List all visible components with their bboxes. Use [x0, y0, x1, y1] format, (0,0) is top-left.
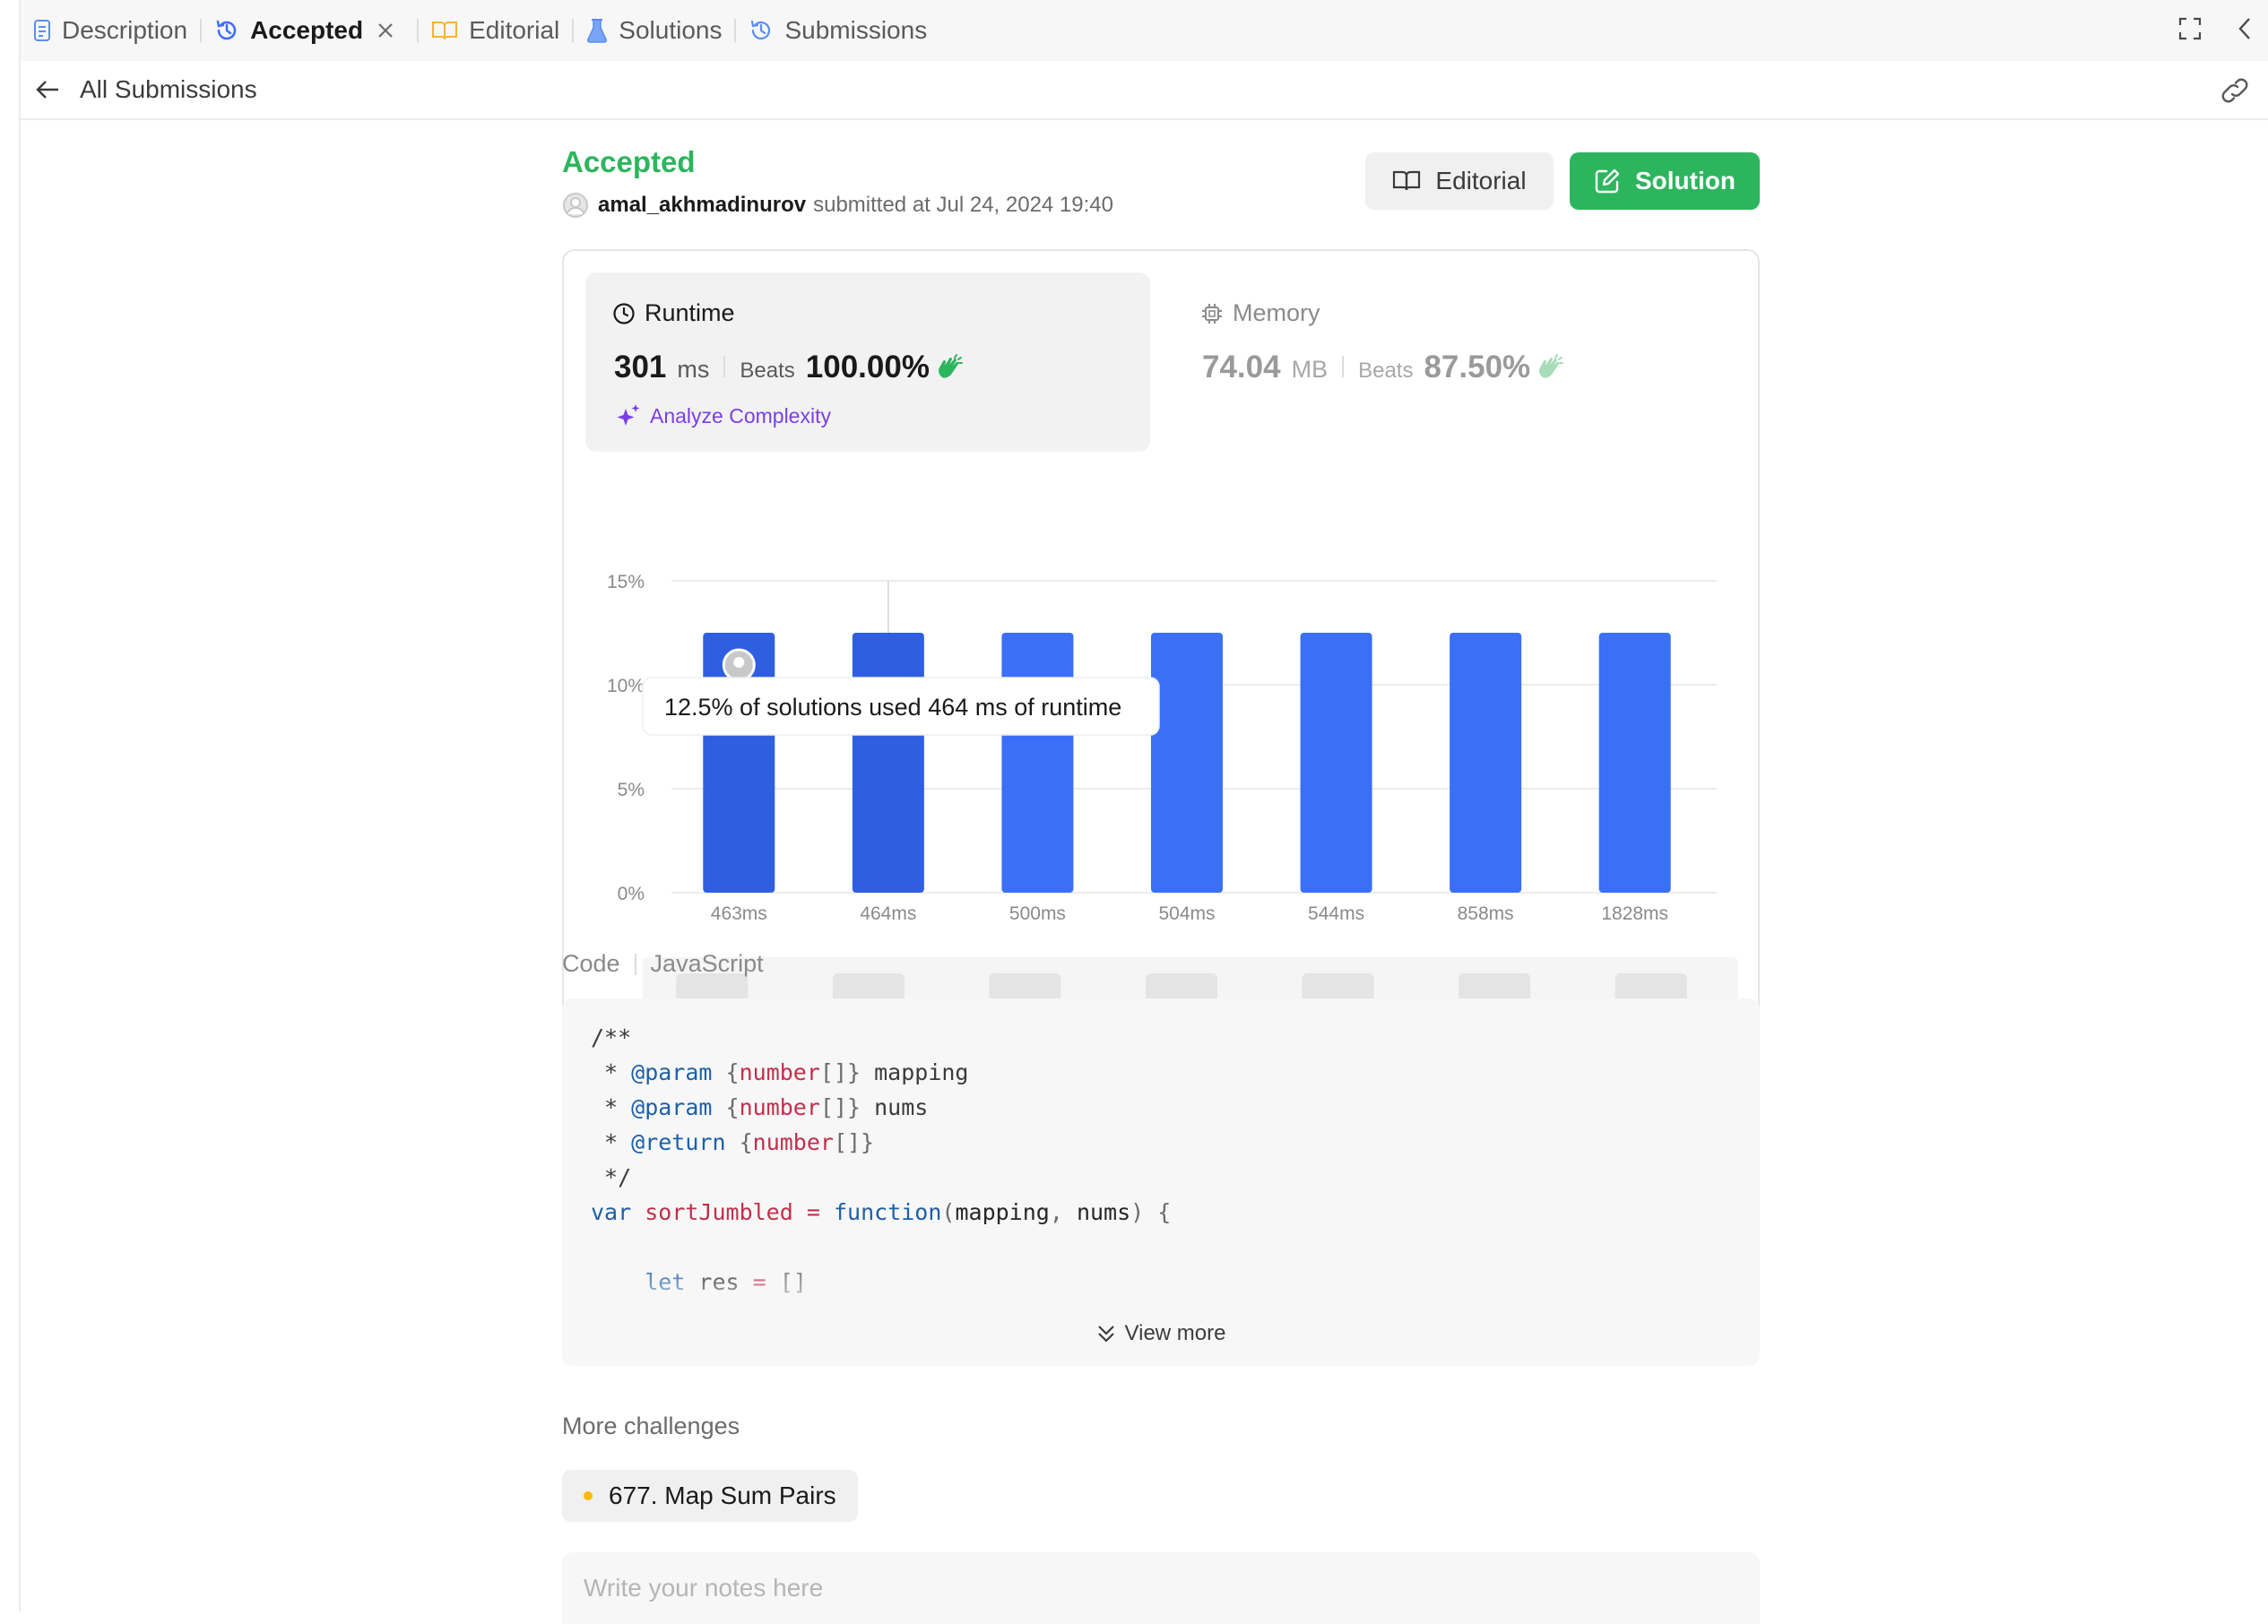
chevrons-down-icon	[1097, 1326, 1114, 1343]
clapping-hands-icon	[1539, 354, 1564, 378]
bar	[1598, 633, 1671, 893]
y-tick-label: 10%	[607, 676, 645, 696]
tab-bar: Description Accepted Editorial Solutions…	[21, 0, 2268, 61]
chart-tooltip-text: 12.5% of solutions used 464 ms of runtim…	[664, 694, 1121, 721]
book-icon	[432, 22, 458, 40]
divider	[1342, 356, 1345, 377]
divider	[634, 953, 636, 975]
notes-input[interactable]	[562, 1552, 1760, 1624]
chip-icon	[1202, 303, 1222, 324]
username[interactable]: amal_akhmadinurov	[598, 193, 806, 218]
edit-icon	[1595, 168, 1620, 194]
code-header: Code JavaScript	[562, 950, 764, 978]
tab-label: Solutions	[619, 16, 723, 44]
memory-panel[interactable]: Memory 74.04 MB Beats 87.50%	[1173, 272, 1738, 452]
tabbar-actions	[2178, 0, 2252, 61]
avatar-head	[733, 657, 745, 668]
code-fade	[562, 1258, 1760, 1366]
y-tick-label: 5%	[618, 780, 645, 800]
memory-beats-value: 87.50%	[1424, 350, 1531, 384]
challenge-item[interactable]: 677. Map Sum Pairs	[562, 1470, 858, 1522]
memory-stats: 74.04 MB Beats 87.50%	[1202, 350, 1564, 385]
view-more-button[interactable]: View more	[562, 1321, 1760, 1346]
flask-icon	[587, 19, 608, 43]
view-more-label: View more	[1124, 1321, 1226, 1345]
link-icon[interactable]	[2220, 77, 2250, 108]
memory-beats-label: Beats	[1358, 358, 1414, 383]
x-tick-label: 858ms	[1458, 903, 1514, 924]
x-tick-label: 500ms	[1009, 903, 1066, 924]
submission-status: Accepted	[562, 145, 696, 178]
tab-submissions[interactable]: Submissions	[736, 0, 939, 61]
submission-header-bar: All Submissions	[21, 61, 2268, 120]
runtime-stats: 301 ms Beats 100.00%	[614, 350, 964, 385]
description-icon	[34, 20, 50, 41]
all-submissions-label: All Submissions	[80, 75, 257, 103]
tab-solutions[interactable]: Solutions	[574, 0, 734, 61]
performance-card: Runtime 301 ms Beats 100.00% Analyze Com…	[562, 249, 1760, 1038]
code-language: JavaScript	[650, 950, 764, 977]
memory-title: Memory	[1233, 299, 1320, 326]
runtime-beats-value: 100.00%	[805, 350, 930, 384]
tab-label: Submissions	[784, 16, 928, 44]
more-challenges-title: More challenges	[562, 1412, 740, 1439]
bar	[852, 633, 924, 893]
runtime-beats-label: Beats	[740, 358, 795, 383]
tab-label: Description	[62, 16, 188, 44]
submission-meta: amal_akhmadinurov submitted at Jul 24, 2…	[562, 192, 1113, 219]
y-tick-label: 15%	[607, 572, 645, 592]
sparkle-icon	[617, 404, 640, 426]
memory-value: 74.04	[1202, 350, 1281, 384]
book-icon	[1393, 170, 1421, 191]
analyze-complexity-label: Analyze Complexity	[650, 403, 831, 428]
all-submissions-link[interactable]: All Submissions	[35, 75, 257, 104]
code-label: Code	[562, 950, 620, 977]
x-tick-label: 464ms	[860, 903, 916, 924]
history-icon	[216, 20, 237, 40]
tab-label: Accepted	[250, 16, 364, 44]
chevron-left-icon[interactable]	[2238, 17, 2252, 45]
memory-header: Memory	[1200, 299, 1320, 327]
tab-label: Editorial	[469, 16, 560, 44]
history-icon	[751, 20, 771, 40]
tab-editorial[interactable]: Editorial	[419, 0, 572, 61]
editorial-button[interactable]: Editorial	[1365, 152, 1554, 210]
x-tick-label: 463ms	[711, 903, 767, 924]
bar	[1151, 633, 1223, 893]
clock-icon	[613, 302, 635, 324]
difficulty-dot	[584, 1491, 593, 1500]
bar	[1450, 633, 1522, 893]
x-tick-label: 544ms	[1308, 903, 1364, 924]
bar	[1300, 633, 1372, 893]
divider	[723, 356, 726, 377]
tab-description[interactable]: Description	[21, 0, 200, 61]
avatar[interactable]	[562, 192, 589, 219]
runtime-title: Runtime	[645, 299, 735, 326]
solution-button-label: Solution	[1635, 167, 1736, 194]
fullscreen-icon[interactable]	[2178, 17, 2202, 45]
runtime-header: Runtime	[612, 299, 735, 327]
bar	[1001, 633, 1074, 893]
y-tick-label: 0%	[618, 884, 645, 904]
solution-button[interactable]: Solution	[1570, 152, 1760, 210]
analyze-complexity-link[interactable]: Analyze Complexity	[614, 403, 831, 428]
editorial-button-label: Editorial	[1435, 167, 1527, 194]
close-icon[interactable]	[377, 22, 404, 39]
arrow-left-icon	[36, 81, 58, 99]
runtime-value: 301	[614, 350, 667, 384]
runtime-panel[interactable]: Runtime 301 ms Beats 100.00% Analyze Com…	[585, 272, 1150, 452]
x-tick-label: 1828ms	[1601, 903, 1668, 924]
x-tick-label: 504ms	[1158, 903, 1215, 924]
submitted-at: submitted at Jul 24, 2024 19:40	[813, 193, 1113, 217]
memory-unit: MB	[1291, 356, 1329, 383]
code-block[interactable]: /** * @param {number[]} mapping * @param…	[562, 998, 1760, 1366]
clapping-hands-icon	[938, 354, 963, 378]
challenge-label: 677. Map Sum Pairs	[609, 1481, 836, 1509]
runtime-unit: ms	[677, 356, 710, 383]
tab-accepted[interactable]: Accepted	[202, 0, 417, 61]
submission-panel: Description Accepted Editorial Solutions…	[19, 0, 2268, 1624]
